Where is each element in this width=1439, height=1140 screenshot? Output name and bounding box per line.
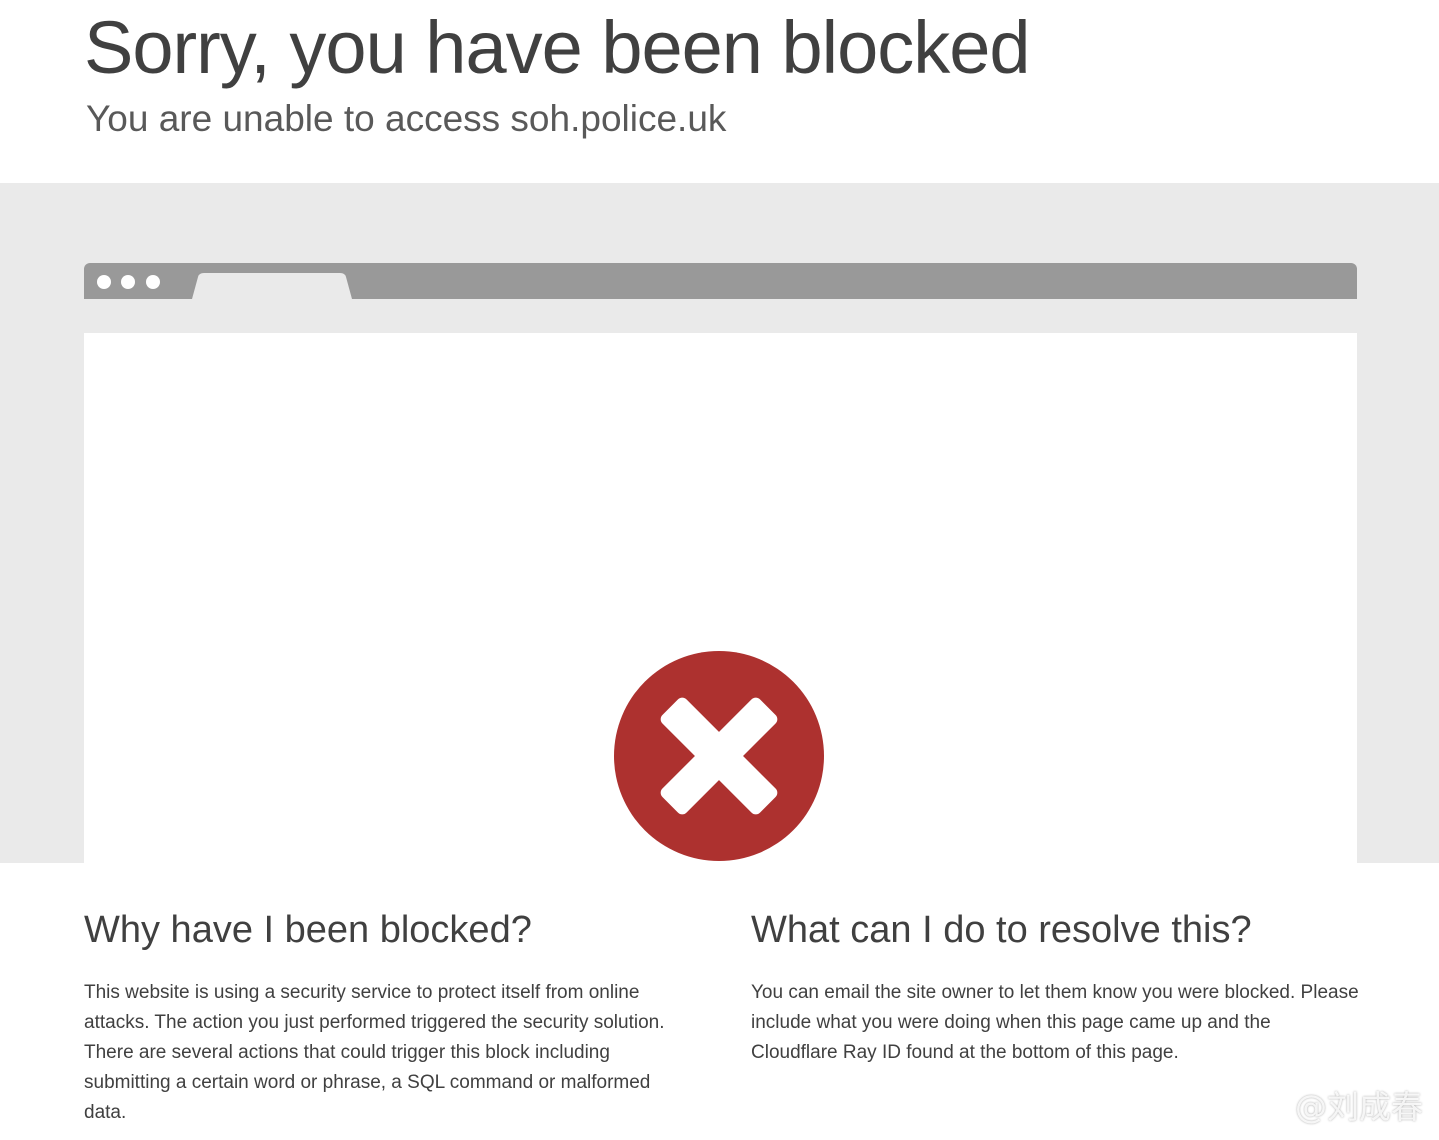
browser-tab-icon [192, 273, 352, 299]
resolve-heading: What can I do to resolve this? [751, 909, 1252, 951]
window-dot-icon [97, 275, 111, 289]
why-blocked-text: This website is using a security service… [84, 982, 665, 1123]
window-dot-icon [146, 275, 160, 289]
page-title: Sorry, you have been blocked [84, 6, 1031, 89]
window-dot-icon [121, 275, 135, 289]
browser-illustration-bar [84, 263, 1357, 299]
watermark: @刘成春 [1294, 1088, 1423, 1126]
resolve-text: You can email the site owner to let them… [751, 982, 1359, 1063]
why-blocked-section: Why have I been blocked? This website is… [84, 903, 694, 1128]
error-x-icon [614, 651, 824, 861]
page-subtitle: You are unable to access soh.police.uk [86, 98, 727, 139]
resolve-section: What can I do to resolve this? You can e… [751, 903, 1361, 1068]
browser-illustration-viewport [84, 333, 1357, 863]
why-blocked-heading: Why have I been blocked? [84, 909, 532, 951]
page-header: Sorry, you have been blocked You are una… [0, 0, 1439, 183]
illustration-band [0, 183, 1439, 863]
